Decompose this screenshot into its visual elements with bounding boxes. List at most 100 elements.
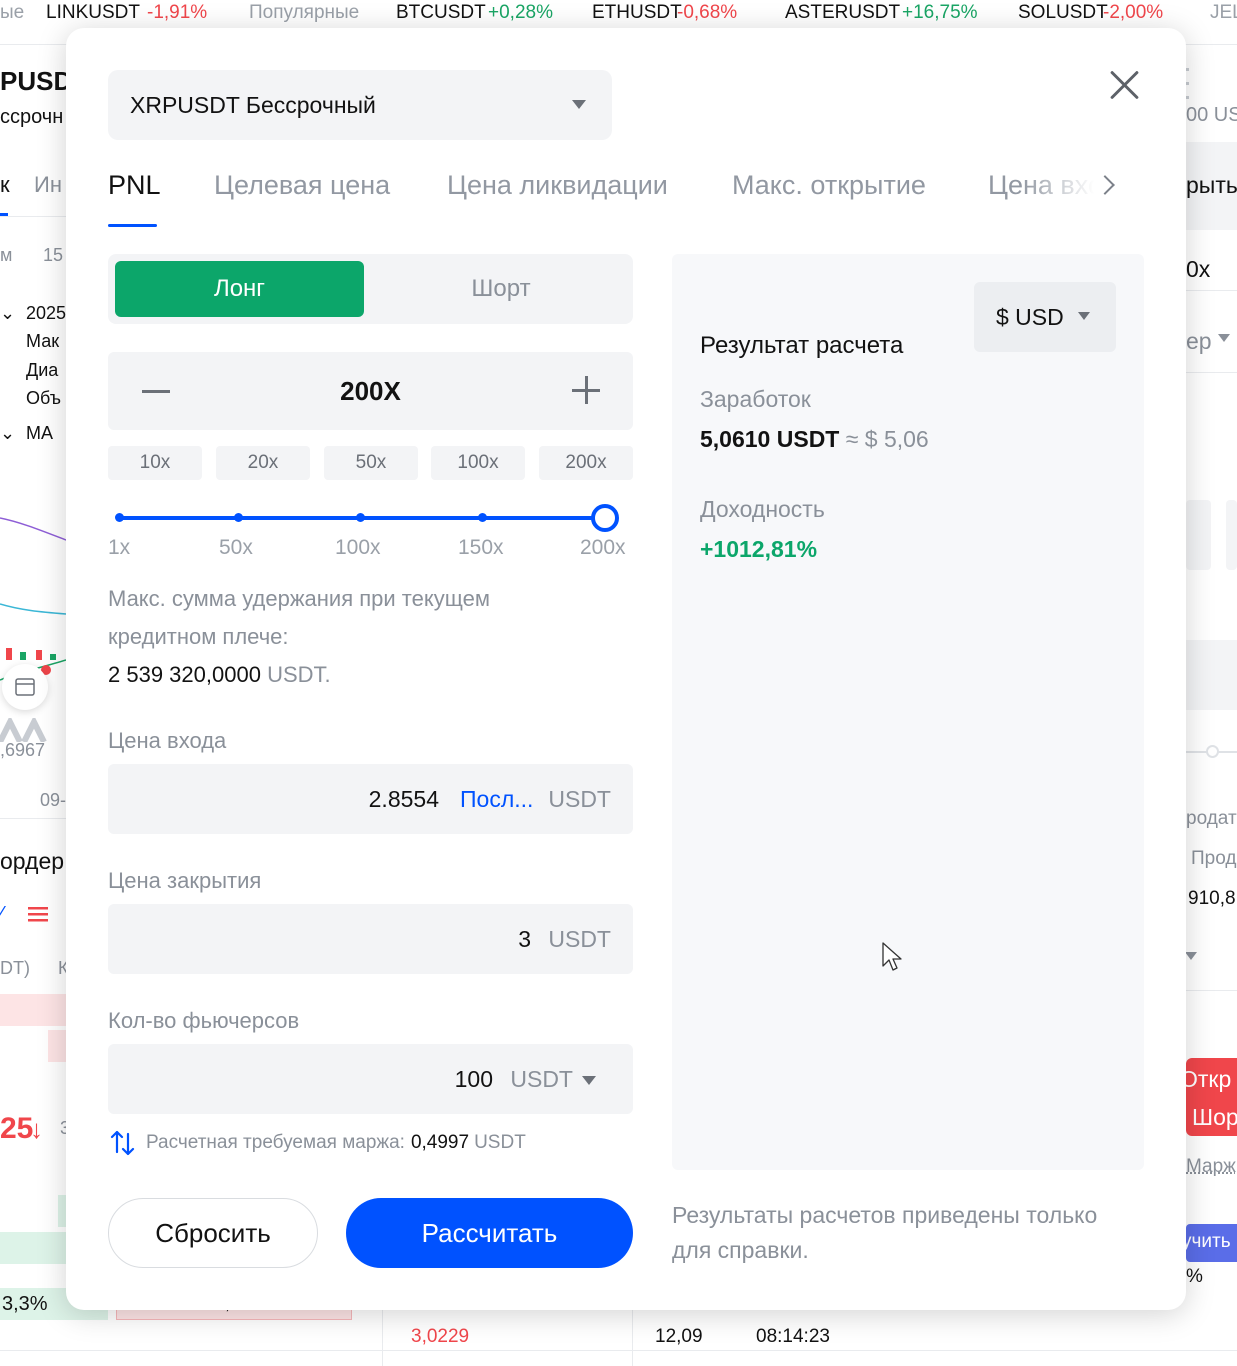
leverage-preset-20x[interactable]: 20x [216, 446, 310, 480]
currency-value: $ USD [996, 303, 1064, 330]
mouse-pointer-icon [882, 942, 902, 971]
calculator-tabs: PNL Целевая цена Цена ликвидации Макс. о… [108, 166, 1142, 228]
leverage-preset-50x[interactable]: 50x [324, 446, 418, 480]
tab-target-price[interactable]: Целевая цена [214, 166, 390, 204]
ticker-symbol-link[interactable]: LINKUSDT [46, 0, 140, 26]
tab-max-open[interactable]: Макс. открытие [732, 166, 926, 204]
slider-step-dot[interactable] [356, 513, 365, 522]
leverage-slider[interactable]: 1x 50x 100x 150x 200x [108, 500, 633, 560]
quantity-value[interactable]: 100 [455, 1066, 493, 1093]
ticker-fragment-right[interactable]: JEL [1210, 0, 1237, 26]
bg-input-2[interactable] [1226, 500, 1237, 570]
calendar-icon [15, 678, 35, 696]
bg-down-arrow-icon: ↓ [30, 1114, 43, 1144]
slider-step-dot[interactable] [478, 513, 487, 522]
disclaimer: Результаты расчетов приведены только для… [672, 1202, 1098, 1263]
bg-tab-info[interactable]: Ин [34, 172, 62, 198]
bg-input-3[interactable] [1186, 640, 1237, 710]
bg-orderbook-list-icon[interactable] [28, 905, 50, 925]
leverage-stepper: 200X [108, 352, 633, 430]
ticker-change-link: -1,91% [147, 2, 208, 23]
bg-trade-price: 3,0229 [411, 1326, 470, 1347]
bg-sell-price: 910,8 [1188, 888, 1236, 909]
bg-tab-fragment[interactable]: к [0, 172, 10, 198]
long-button[interactable]: Лонг [115, 261, 364, 317]
slider-thumb[interactable] [591, 504, 619, 532]
short-button[interactable]: Шорт [376, 261, 626, 317]
symbol-select[interactable]: XRPUSDT Бессрочный [108, 70, 612, 140]
ticker-change-btc: +0,28% [488, 2, 553, 23]
bg-indicator-year: 2025 [26, 303, 67, 323]
bg-logo-watermark [0, 718, 47, 742]
entry-price-field[interactable]: 2.8554 Посл... USDT [108, 764, 633, 834]
bg-divider-r2 [1186, 372, 1237, 373]
ticker-change-sol: -2,00% [1103, 2, 1164, 23]
bg-orderbook-mode-icon[interactable]: ⁄ [0, 903, 3, 926]
bg-pct-label: % [1186, 1266, 1203, 1287]
close-icon[interactable] [1104, 64, 1144, 104]
ticker-symbol-btc[interactable]: BTCUSDT [396, 0, 486, 26]
quantity-unit-select[interactable]: USDT [510, 1066, 573, 1093]
bg-indicator-3: Объ [26, 388, 61, 408]
slider-step-dot[interactable] [115, 513, 124, 522]
ticker-symbol-aster[interactable]: ASTERUSDT [785, 0, 900, 26]
bg-order-type[interactable]: ер [1186, 328, 1212, 355]
bg-order-type-caret-icon[interactable] [1218, 334, 1230, 342]
leverage-preset-10x[interactable]: 10x [108, 446, 202, 480]
yield-label: Доходность [700, 496, 825, 522]
entry-price-label: Цена входа [108, 728, 227, 753]
ticker-fragment[interactable]: ые [0, 0, 24, 26]
bg-input-1[interactable] [1186, 500, 1211, 570]
yield-value: +1012,81% [700, 536, 818, 562]
bg-chevron-icon[interactable]: ⌄ [0, 303, 15, 324]
caret-down-icon [572, 100, 586, 109]
leverage-preset-200x[interactable]: 200x [539, 446, 633, 480]
bg-ma-chevron-icon[interactable]: ⌄ [0, 423, 15, 444]
leverage-value[interactable]: 200X [108, 352, 633, 430]
close-price-label: Цена закрытия [108, 868, 262, 893]
caret-down-icon[interactable] [582, 1076, 596, 1085]
bg-slider-dot[interactable] [1206, 745, 1219, 758]
max-hold-info: Макс. сумма удержания при текущем кредит… [108, 580, 578, 694]
calculate-button[interactable]: Рассчитать [346, 1198, 633, 1268]
tab-liquidation-price[interactable]: Цена ликвидации [447, 166, 668, 204]
close-price-value[interactable]: 3 [518, 926, 531, 953]
leverage-preset-100x[interactable]: 100x [431, 446, 525, 480]
required-margin-label: Расчетная требуемая маржа: [146, 1132, 405, 1153]
currency-select[interactable]: $ USD [974, 282, 1116, 352]
bg-leverage[interactable]: 0х [1186, 256, 1210, 283]
slider-step-dot[interactable] [234, 513, 243, 522]
bg-divider [0, 216, 66, 217]
result-title: Результат расчета [700, 332, 904, 359]
ticker-symbol-sol[interactable]: SOLUSDT [1018, 0, 1108, 26]
bg-open-short-label-1: Откр [1180, 1066, 1232, 1092]
ticker-symbol-eth[interactable]: ETHUSDT [592, 0, 682, 26]
quantity-field[interactable]: 100 USDT [108, 1044, 633, 1114]
tab-pnl[interactable]: PNL [108, 166, 161, 204]
swap-arrows-icon[interactable] [108, 1128, 138, 1158]
bg-interval-15[interactable]: 15 [43, 245, 63, 266]
bg-open-tab[interactable]: рыть [1186, 172, 1237, 199]
quantity-label: Кол-во фьючерсов [108, 1008, 300, 1033]
bg-last-price: 25 [0, 1112, 34, 1145]
leverage-presets: 10x 20x 50x 100x 200x [108, 446, 633, 480]
last-price-link[interactable]: Посл... [460, 786, 533, 813]
bg-orderbook-title: ордер [0, 848, 65, 874]
slider-label: 150x [458, 536, 504, 559]
plus-icon[interactable] [572, 376, 600, 404]
active-tab-indicator [108, 224, 157, 227]
bg-indicator-2: Диа [26, 360, 59, 380]
bg-calendar-button[interactable] [2, 664, 48, 710]
slider-label: 50x [219, 536, 253, 559]
bg-indicator-1: Мак [26, 331, 60, 351]
reset-button[interactable]: Сбросить [108, 1198, 318, 1268]
close-price-field[interactable]: 3 USDT [108, 904, 633, 974]
minus-icon[interactable] [142, 390, 170, 393]
bg-sell-label-2: Прод [1191, 848, 1237, 869]
bg-caret-icon[interactable] [1185, 952, 1197, 960]
bg-interval-1[interactable]: м [0, 245, 12, 266]
ticker-popular-label[interactable]: Популярные [249, 0, 359, 26]
entry-price-value[interactable]: 2.8554 [369, 786, 439, 813]
bg-trade-qty: 12,09 [655, 1326, 703, 1347]
earnings-value: 5,0610 USDT [700, 426, 840, 452]
